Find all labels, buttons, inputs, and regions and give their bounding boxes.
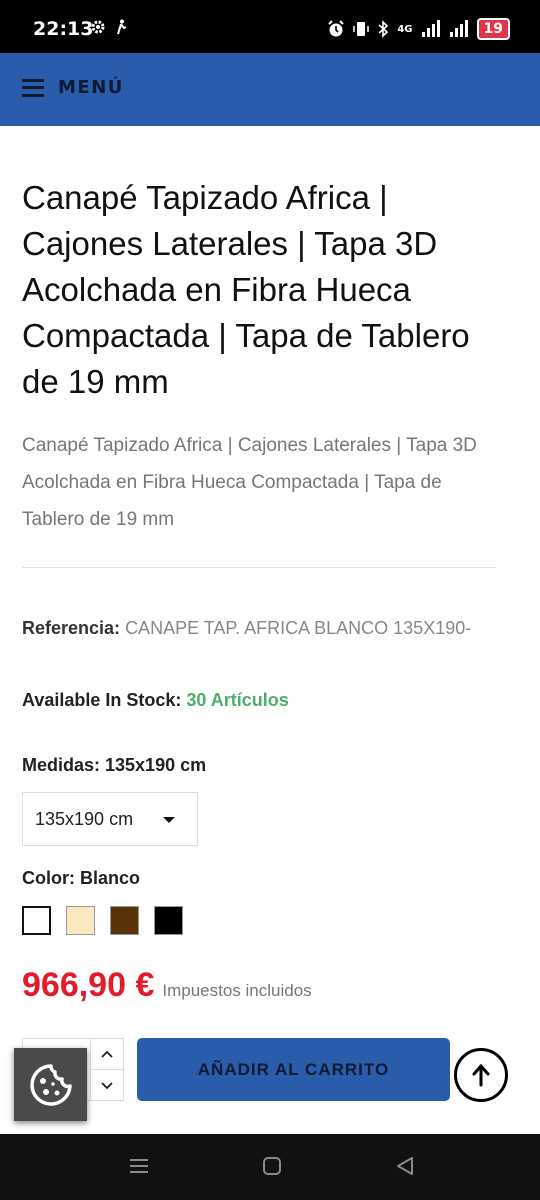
scroll-top-button[interactable]: [454, 1048, 508, 1102]
product-title: Canapé Tapizado Africa | Cajones Lateral…: [22, 179, 470, 400]
size-select[interactable]: 135x190 cm: [22, 792, 198, 846]
quantity-increase-button[interactable]: [91, 1039, 123, 1070]
battery-icon: 19: [476, 18, 510, 40]
hamburger-icon: [22, 78, 44, 97]
size-select-value: 135x190 cm: [35, 808, 134, 829]
color-swatches: [22, 906, 183, 935]
stock-value: 30 Artículos: [186, 690, 289, 710]
menu-label: MENÚ: [58, 77, 124, 98]
tax-note: Impuestos incluidos: [162, 981, 312, 1000]
color-swatch-marron[interactable]: [110, 906, 139, 935]
color-swatch-negro[interactable]: [154, 906, 183, 935]
home-icon[interactable]: [262, 1156, 282, 1176]
alarm-icon: [328, 20, 345, 37]
signal-icon: [421, 20, 440, 37]
product-description: Canapé Tapizado Africa | Cajones Lateral…: [22, 435, 477, 530]
color-swatch-blanco[interactable]: [22, 906, 51, 935]
status-left-icons: [90, 19, 128, 35]
back-icon[interactable]: [395, 1156, 415, 1176]
walk-icon: [117, 19, 127, 35]
add-to-cart-button[interactable]: AÑADIR AL CARRITO: [137, 1038, 450, 1101]
color-label: Color: Blanco: [22, 868, 141, 888]
network-type: 4G: [397, 23, 413, 35]
status-right-icons: 4G 19: [327, 18, 510, 40]
price-row: 966,90 € Impuestos incluidos: [22, 966, 312, 1005]
gear-icon: [91, 20, 105, 34]
quantity-stepper: [90, 1038, 124, 1101]
arrow-up-icon: [472, 1063, 490, 1087]
chevron-down-icon: [101, 1081, 113, 1089]
vibrate-icon: [353, 22, 370, 36]
color-swatch-beige[interactable]: [66, 906, 95, 935]
signal-2-icon: [449, 20, 468, 37]
caret-down-icon: [163, 817, 175, 823]
status-bar: 22:13 4G 19: [0, 0, 540, 53]
stock-label: Available In Stock:: [22, 690, 182, 710]
bluetooth-icon: [378, 20, 389, 38]
system-nav-bar: [0, 1134, 540, 1200]
recents-icon[interactable]: [129, 1156, 149, 1176]
chevron-up-icon: [101, 1050, 113, 1058]
size-label: Medidas: 135x190 cm: [22, 755, 207, 775]
status-time: 22:13: [33, 18, 94, 40]
menu-button[interactable]: MENÚ: [22, 77, 124, 98]
product-reference: Referencia: CANAPE TAP. AFRICA BLANCO 13…: [22, 604, 502, 652]
product-price: 966,90 €: [22, 966, 155, 1004]
site-navbar: MENÚ: [0, 53, 540, 126]
reference-value: CANAPE TAP. AFRICA BLANCO 135X190-: [125, 618, 472, 638]
reference-label: Referencia:: [22, 618, 121, 638]
stock-info: Available In Stock: 30 Artículos: [22, 690, 289, 711]
cookie-settings-button[interactable]: [14, 1048, 87, 1121]
quantity-decrease-button[interactable]: [91, 1070, 123, 1101]
divider: [22, 567, 496, 568]
cookie-icon: [29, 1063, 72, 1106]
